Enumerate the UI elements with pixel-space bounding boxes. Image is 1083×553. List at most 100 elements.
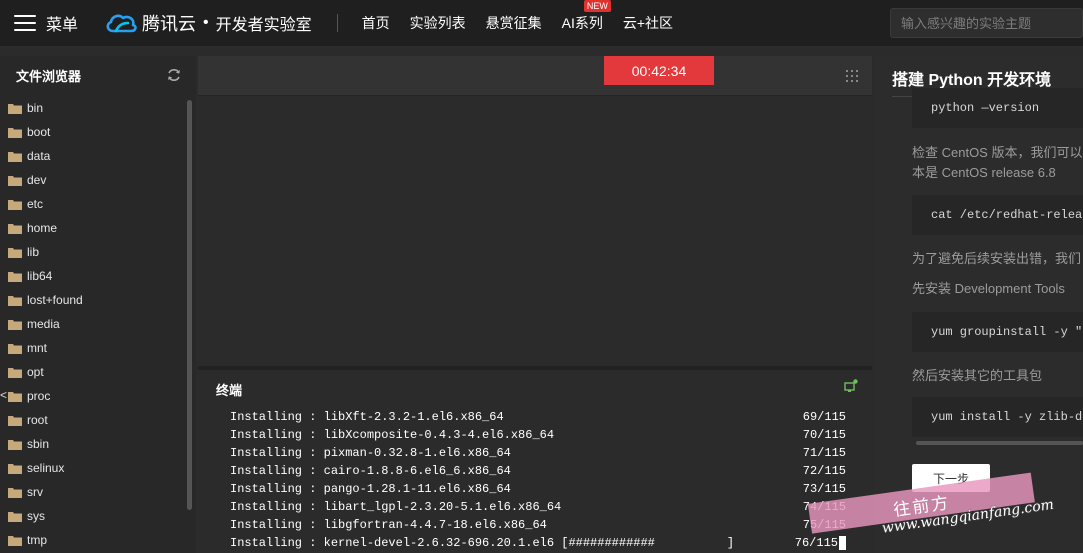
nav-item-lab-list[interactable]: 实验列表 xyxy=(410,13,466,33)
terminal-line-text: Installing : libgfortran-4.4.7-18.el6.x8… xyxy=(230,518,547,532)
terminal-output: Installing : libXft-2.3.2-1.el6.x86_64 69… xyxy=(230,408,850,552)
tencent-cloud-logo-icon xyxy=(106,14,137,33)
sidebar-scrollbar[interactable] xyxy=(187,100,192,510)
file-tree-item[interactable]: media xyxy=(0,312,186,336)
folder-icon xyxy=(8,511,22,522)
terminal-line: Installing : pixman-0.32.8-1.el6.x86_64 7… xyxy=(230,444,850,462)
file-tree-item[interactable]: sbin xyxy=(0,432,186,456)
guide-text: 然后安装其它的工具包 xyxy=(912,368,1043,383)
folder-icon xyxy=(8,367,22,378)
file-tree-label: bin xyxy=(27,101,44,115)
guide-text: 本是 CentOS release 6.8 xyxy=(912,165,1056,180)
file-tree-label: srv xyxy=(27,485,43,499)
file-tree-item[interactable]: lib xyxy=(0,240,186,264)
terminal-line-text: Installing : kernel-devel-2.6.32-696.20.… xyxy=(230,536,735,550)
workspace-toolbar: 00:42:34 xyxy=(198,56,872,96)
nav-item-ai-series[interactable]: AI系列 NEW xyxy=(561,0,611,33)
nav-item-label: 实验列表 xyxy=(409,15,466,31)
file-tree-item[interactable]: srv xyxy=(0,480,186,504)
guide-text: 先安装 Development Tools xyxy=(912,281,1065,296)
terminal-line-count: 73/115 xyxy=(803,480,846,498)
file-tree-label: data xyxy=(27,149,51,163)
file-tree-label: tmp xyxy=(27,533,48,547)
terminal-line-count: 72/115 xyxy=(803,462,846,480)
terminal-line: Installing : libgfortran-4.4.7-18.el6.x8… xyxy=(230,516,850,534)
folder-icon xyxy=(8,535,22,546)
file-tree-item[interactable]: boot xyxy=(0,120,186,144)
file-tree-label: media xyxy=(27,317,60,331)
terminal-line-text: Installing : libart_lgpl-2.3.20-5.1.el6.… xyxy=(230,500,562,514)
terminal-line-text: Installing : pixman-0.32.8-1.el6.x86_64 xyxy=(230,446,511,460)
nav-item-label: AI系列 xyxy=(561,15,603,31)
terminal-line: Installing : libXcomposite-0.4.3-4.el6.x… xyxy=(230,426,850,444)
folder-icon xyxy=(8,391,22,402)
file-tree-item[interactable]: root xyxy=(0,408,186,432)
file-tree-item[interactable]: mnt xyxy=(0,336,186,360)
app-window: 菜单 腾讯云 • 开发者实验室 首页 实验列表 悬赏征集 AI系列 NEW 云+… xyxy=(0,0,1083,553)
main-nav: 首页 实验列表 悬赏征集 AI系列 NEW 云+社区 xyxy=(362,0,693,33)
nav-item-home[interactable]: 首页 xyxy=(362,13,390,33)
nav-item-label: 悬赏征集 xyxy=(485,15,542,31)
collapse-handle-icon[interactable]: < xyxy=(0,388,7,402)
terminal-panel[interactable]: 终端 Installing : libXft-2.3.2-1.el6.x86_6… xyxy=(198,370,872,553)
file-tree-item[interactable]: bin xyxy=(0,96,186,120)
nav-item-community[interactable]: 云+社区 xyxy=(623,13,673,33)
file-tree-item[interactable]: data xyxy=(0,144,186,168)
file-tree-label: dev xyxy=(27,173,47,187)
folder-icon xyxy=(8,439,22,450)
file-tree-item[interactable]: opt xyxy=(0,360,186,384)
terminal-line: Installing : pango-1.28.1-11.el6.x86_64 7… xyxy=(230,480,850,498)
file-tree-item[interactable]: lost+found xyxy=(0,288,186,312)
file-tree-label: sbin xyxy=(27,437,50,451)
file-tree-item[interactable]: sys xyxy=(0,504,186,528)
guide-panel: 搭建 Python 开发环境 python —version 检查 CentOS… xyxy=(874,56,1083,553)
menu-toggle-button[interactable]: 菜单 xyxy=(14,0,78,46)
nav-item-label: 首页 xyxy=(361,15,390,31)
folder-icon xyxy=(8,463,22,474)
file-browser-header: 文件浏览器 xyxy=(0,56,196,94)
code-block-python-version[interactable]: python —version xyxy=(912,88,1083,128)
file-tree-item[interactable]: home xyxy=(0,216,186,240)
code-block-groupinstall[interactable]: yum groupinstall -y "Development Tools" xyxy=(912,312,1083,352)
file-tree-item[interactable]: lib64 xyxy=(0,264,186,288)
refresh-icon[interactable] xyxy=(166,67,182,83)
folder-icon xyxy=(8,151,22,162)
brand-logo-link[interactable]: 腾讯云 • 开发者实验室 xyxy=(104,10,312,36)
folder-icon xyxy=(8,103,22,114)
code-horizontal-scrollbar[interactable] xyxy=(916,441,1083,445)
file-tree-label: opt xyxy=(27,365,44,379)
file-tree-item[interactable]: etc xyxy=(0,192,186,216)
search-input[interactable] xyxy=(890,8,1083,38)
terminal-line-text: Installing : pango-1.28.1-11.el6.x86_64 xyxy=(230,482,511,496)
terminal-line-count: 69/115 xyxy=(803,408,846,426)
file-tree-label: sys xyxy=(27,509,45,523)
file-tree-item[interactable]: selinux xyxy=(0,456,186,480)
terminal-line-text: Installing : libXft-2.3.2-1.el6.x86_64 xyxy=(230,410,504,424)
grid-dots-icon[interactable] xyxy=(846,70,858,82)
code-block-redhat-release[interactable]: cat /etc/redhat-release xyxy=(912,195,1083,235)
code-block-yum-install[interactable]: yum install -y zlib-devel xyxy=(912,397,1083,437)
next-step-button[interactable]: 下一步 xyxy=(912,464,990,492)
brand-separator-dot: • xyxy=(203,14,209,31)
folder-icon xyxy=(8,343,22,354)
terminal-progress-count: 69/115 xyxy=(802,410,846,424)
file-tree-item[interactable]: proc xyxy=(0,384,186,408)
top-navigation-bar: 菜单 腾讯云 • 开发者实验室 首页 实验列表 悬赏征集 AI系列 NEW 云+… xyxy=(0,0,1083,46)
terminal-line-text: Installing : cairo-1.8.8-6.el6_6.x86_64 xyxy=(230,464,511,478)
main-workspace: 00:42:34 终端 Installing : libXft-2.3.2-1.… xyxy=(198,56,872,553)
file-tree-item[interactable]: dev xyxy=(0,168,186,192)
terminal-title: 终端 xyxy=(216,383,243,398)
guide-text: 检查 CentOS 版本，我们可以 xyxy=(912,145,1083,160)
file-tree-label: boot xyxy=(27,125,51,139)
nav-item-bounty[interactable]: 悬赏征集 xyxy=(486,13,542,33)
countdown-timer: 00:42:34 xyxy=(604,56,714,85)
brand-subtitle: 开发者实验室 xyxy=(215,17,312,34)
terminal-line-count: 75/115 xyxy=(803,516,846,534)
terminal-progress-count: 74/115 xyxy=(802,500,846,514)
nav-item-label: 云+社区 xyxy=(622,15,674,31)
file-tree-item[interactable]: tmp xyxy=(0,528,186,552)
terminal-line-count: 70/115 xyxy=(803,426,846,444)
folder-icon xyxy=(8,487,22,498)
new-terminal-icon[interactable] xyxy=(844,379,858,393)
menu-label: 菜单 xyxy=(46,17,79,34)
